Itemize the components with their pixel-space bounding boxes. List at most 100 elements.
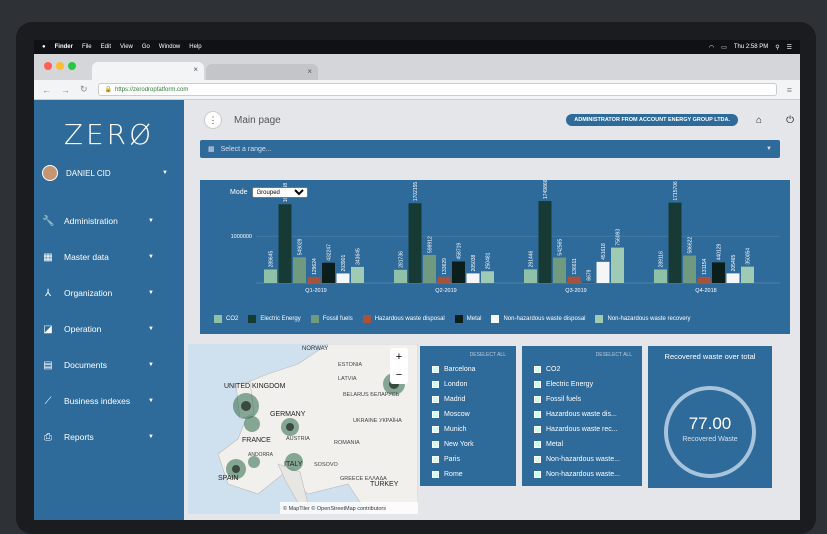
forward-icon[interactable]: → <box>61 85 70 95</box>
bar[interactable] <box>308 277 321 283</box>
legend-item[interactable]: CO2 <box>214 315 238 323</box>
bar[interactable] <box>337 273 350 283</box>
clock[interactable]: Thu 2:58 PM <box>734 44 768 50</box>
bar[interactable] <box>712 262 725 283</box>
bar[interactable] <box>698 277 711 283</box>
type-item[interactable]: Metal <box>522 437 642 452</box>
bar[interactable] <box>409 203 422 283</box>
bar[interactable] <box>467 273 480 283</box>
bar[interactable] <box>322 263 335 283</box>
checkbox[interactable] <box>432 426 439 433</box>
legend-item[interactable]: Electric Energy <box>248 315 300 323</box>
bar[interactable] <box>279 204 292 283</box>
city-item[interactable]: Madrid <box>420 392 516 407</box>
bar[interactable] <box>669 203 682 283</box>
menu-go[interactable]: Go <box>142 44 150 50</box>
type-item[interactable]: Electric Energy <box>522 377 642 392</box>
bar[interactable] <box>481 271 494 283</box>
browser-tab[interactable]: × <box>206 64 318 80</box>
browser-menu-icon[interactable]: ≡ <box>787 85 792 95</box>
close-tab-icon[interactable]: × <box>193 65 198 74</box>
checkbox[interactable] <box>534 381 541 388</box>
zoom-in-button[interactable]: + <box>390 348 408 366</box>
bar[interactable] <box>741 267 754 283</box>
bar[interactable] <box>539 201 552 283</box>
map[interactable]: NORWAY ESTONIA LATVIA UNITED KINGDOM BEL… <box>188 344 418 514</box>
user-menu[interactable]: DANIEL CID ▼ <box>42 165 184 181</box>
city-item[interactable]: New York <box>420 437 516 452</box>
menu-app[interactable]: Finder <box>55 44 73 50</box>
search-icon[interactable]: ⚲ <box>775 44 779 51</box>
menu-edit[interactable]: Edit <box>101 44 111 50</box>
account-badge[interactable]: ADMINISTRATOR FROM ACCOUNT ENERGY GROUP … <box>566 114 738 126</box>
legend-item[interactable]: Non-hazardous waste disposal <box>491 315 585 323</box>
checkbox[interactable] <box>534 471 541 478</box>
map-attribution[interactable]: © MapTiler © OpenStreetMap contributors <box>283 505 386 512</box>
type-item[interactable]: Hazardous waste dis... <box>522 407 642 422</box>
bar[interactable] <box>524 269 537 283</box>
sidebar-item-business-indexes[interactable]: ⟋Business indexes▼ <box>34 383 184 419</box>
bar[interactable] <box>264 269 277 283</box>
menu-help[interactable]: Help <box>189 44 201 50</box>
checkbox[interactable] <box>534 426 541 433</box>
wifi-icon[interactable]: ◠ <box>709 44 714 51</box>
type-item[interactable]: Non-hazardous waste... <box>522 452 642 467</box>
sidebar-item-documents[interactable]: ▤Documents▼ <box>34 347 184 383</box>
menu-file[interactable]: File <box>82 44 92 50</box>
close-window-button[interactable] <box>44 62 52 70</box>
bar[interactable] <box>597 262 610 283</box>
browser-tab-active[interactable]: × <box>92 62 204 80</box>
type-item[interactable]: CO2 <box>522 362 642 377</box>
bar[interactable] <box>654 269 667 283</box>
bar[interactable] <box>611 248 624 283</box>
sidebar-item-operation[interactable]: ◪Operation▼ <box>34 311 184 347</box>
list-icon[interactable]: ☰ <box>787 44 792 51</box>
minimize-window-button[interactable] <box>56 62 64 70</box>
bar[interactable] <box>394 270 407 283</box>
sidebar-item-master-data[interactable]: ▦Master data▼ <box>34 239 184 275</box>
type-item[interactable]: Fossil fuels <box>522 392 642 407</box>
maximize-window-button[interactable] <box>68 62 76 70</box>
checkbox[interactable] <box>534 411 541 418</box>
checkbox[interactable] <box>432 441 439 448</box>
checkbox[interactable] <box>432 381 439 388</box>
legend-item[interactable]: Metal <box>455 315 482 323</box>
bar[interactable] <box>351 267 364 283</box>
checkbox[interactable] <box>432 411 439 418</box>
checkbox[interactable] <box>432 471 439 478</box>
checkbox[interactable] <box>534 456 541 463</box>
deselect-all-button[interactable]: DESELECT ALL <box>420 346 516 362</box>
legend-item[interactable]: Hazardous waste disposal <box>363 315 445 323</box>
bar[interactable] <box>423 255 436 283</box>
checkbox[interactable] <box>432 366 439 373</box>
city-item[interactable]: Paris <box>420 452 516 467</box>
sidebar-item-organization[interactable]: ⅄Organization▼ <box>34 275 184 311</box>
menu-view[interactable]: View <box>120 44 133 50</box>
bar[interactable] <box>683 256 696 283</box>
address-bar[interactable]: 🔒https://zerodropfatform.com <box>98 83 777 96</box>
checkbox[interactable] <box>432 456 439 463</box>
city-item[interactable]: Barcelona <box>420 362 516 377</box>
close-tab-icon[interactable]: × <box>307 67 312 76</box>
apple-icon[interactable]: ● <box>42 44 46 50</box>
city-item[interactable]: Rome <box>420 467 516 482</box>
checkbox[interactable] <box>432 396 439 403</box>
deselect-all-button[interactable]: DESELECT ALL <box>522 346 642 362</box>
sidebar-item-administration[interactable]: 🔧Administration▼ <box>34 203 184 239</box>
type-item[interactable]: Non-hazardous waste... <box>522 467 642 482</box>
bar[interactable] <box>293 257 306 283</box>
power-icon[interactable]: ⏻ <box>786 115 794 126</box>
battery-icon[interactable]: ▭ <box>721 44 727 51</box>
checkbox[interactable] <box>534 366 541 373</box>
bar[interactable] <box>568 277 581 283</box>
date-range-picker[interactable]: ▦ Select a range... ▼ <box>200 140 780 158</box>
legend-item[interactable]: Non-hazardous waste recovery <box>595 315 690 323</box>
mode-select[interactable]: Grouped <box>252 187 308 198</box>
sidebar-item-reports[interactable]: ⎙Reports▼ <box>34 419 184 455</box>
legend-item[interactable]: Fossil fuels <box>311 315 353 323</box>
bar[interactable] <box>553 258 566 283</box>
reload-icon[interactable]: ↻ <box>80 84 88 95</box>
bar[interactable] <box>727 273 740 283</box>
city-item[interactable]: Moscow <box>420 407 516 422</box>
type-item[interactable]: Hazardous waste rec... <box>522 422 642 437</box>
